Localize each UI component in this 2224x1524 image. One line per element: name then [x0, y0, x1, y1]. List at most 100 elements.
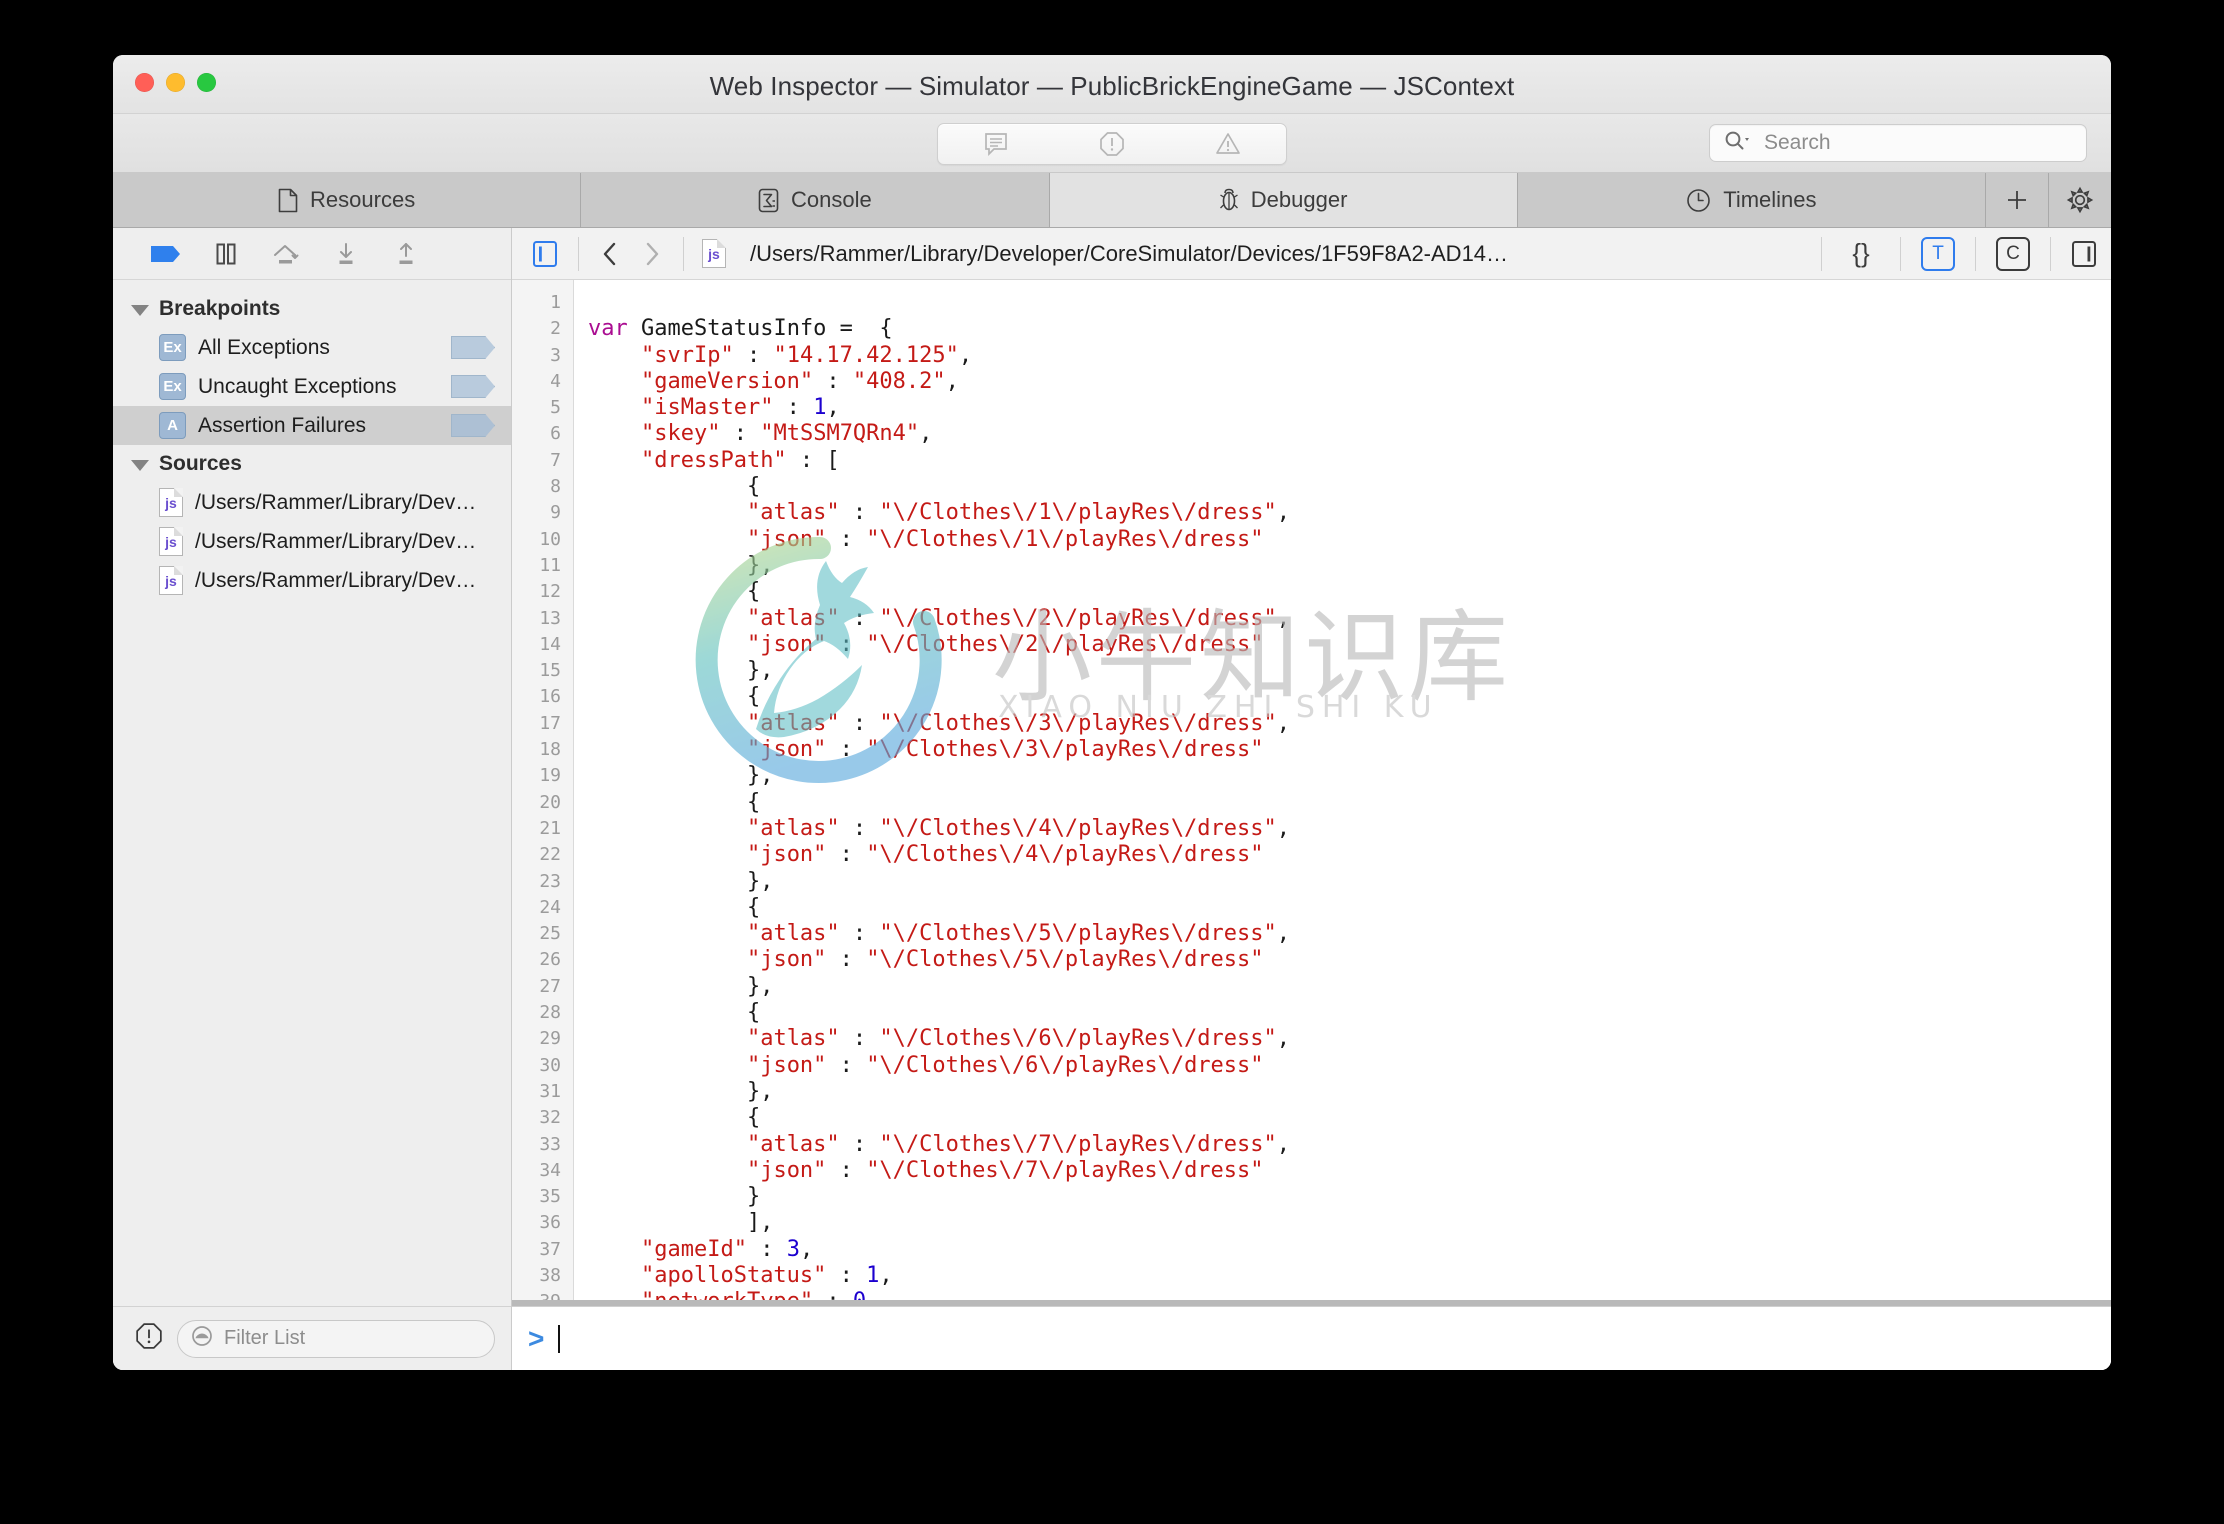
section-title-sources: Sources — [159, 452, 242, 475]
breakpoint-label: Assertion Failures — [198, 413, 367, 437]
code-text[interactable]: var GameStatusInfo = { "svrIp" : "14.17.… — [574, 280, 2111, 1306]
breakpoint-row-uncaught-exceptions[interactable]: Ex Uncaught Exceptions — [113, 367, 511, 406]
line-number: 23 — [539, 870, 561, 892]
breakpoint-toggle-pill[interactable] — [451, 414, 495, 437]
tab-timelines[interactable]: Timelines — [1517, 173, 1986, 227]
code-token: var — [588, 316, 628, 342]
tab-label-resources: Resources — [310, 187, 416, 212]
pause-resume-button[interactable] — [209, 239, 243, 269]
code-line: "gameVersion" : "408.2", — [588, 369, 2111, 395]
code-token: "atlas" — [746, 500, 840, 526]
code-token: : — [839, 710, 880, 736]
code-token: : — [773, 395, 814, 421]
code-token: , — [945, 368, 959, 394]
settings-gear-icon[interactable] — [2049, 173, 2111, 227]
show-types-button[interactable]: T — [1921, 236, 1955, 271]
filter-list-input[interactable]: Filter List — [177, 1319, 495, 1358]
forward-button[interactable] — [641, 228, 663, 279]
tab-console[interactable]: Console — [581, 173, 1050, 227]
code-line: "json" : "\/Clothes\/1\/playRes\/dress" — [588, 527, 2111, 553]
code-line: { — [588, 684, 2111, 710]
console-text-caret — [558, 1324, 561, 1353]
tab-debugger[interactable]: Debugger — [1049, 173, 1518, 227]
show-coverage-button[interactable]: C — [1996, 236, 2030, 271]
code-token: }, — [588, 552, 774, 578]
add-tab-button[interactable] — [1986, 173, 2049, 227]
pretty-print-button[interactable]: {} — [1842, 237, 1880, 271]
code-token: "MtSSM7QRn4" — [760, 421, 920, 447]
breakpoint-toggle-pill[interactable] — [451, 375, 495, 398]
toggle-breakpoints-button[interactable] — [149, 239, 183, 269]
code-token: "isMaster" — [640, 395, 774, 421]
line-number: 14 — [539, 633, 561, 655]
step-out-button[interactable] — [389, 239, 423, 269]
window-title: Web Inspector — Simulator — PublicBrickE… — [709, 71, 1515, 101]
horizontal-scrollbar[interactable] — [512, 1300, 2111, 1306]
breakpoint-label: All Exceptions — [198, 335, 330, 359]
code-line: { — [588, 790, 2111, 816]
line-number: 22 — [539, 844, 561, 866]
breadcrumb[interactable]: js /Users/Rammer/Library/Developer/CoreS… — [702, 239, 1821, 268]
source-row[interactable]: js /Users/Rammer/Library/Dev… — [113, 561, 511, 600]
code-token: , — [1276, 1026, 1291, 1052]
code-line: "json" : "\/Clothes\/5\/playRes\/dress" — [588, 947, 2111, 973]
code-token: 3 — [786, 1236, 800, 1262]
code-token: : — [813, 368, 853, 394]
console-prompt-bar[interactable]: > — [512, 1306, 2111, 1370]
exception-badge-icon: Ex — [159, 373, 186, 400]
search-input[interactable]: Search — [1709, 124, 2087, 162]
code-line: "json" : "\/Clothes\/6\/playRes\/dress" — [588, 1053, 2111, 1079]
source-code-editor[interactable]: 1 2 3 4 5 6 7 8 9 10 11 12 13 14 15 16 17 18 19 20 21 22 23 24 2… — [512, 280, 2111, 1306]
code-token: ], — [588, 1210, 774, 1236]
breakpoint-row-all-exceptions[interactable]: Ex All Exceptions — [113, 328, 511, 367]
errors-icon[interactable] — [1097, 129, 1127, 159]
line-number: 34 — [539, 1159, 561, 1181]
line-number: 32 — [539, 1107, 561, 1129]
log-messages-icon[interactable] — [981, 129, 1011, 159]
errors-octagon-icon[interactable] — [135, 1322, 163, 1355]
code-token: , — [958, 342, 973, 368]
breakpoint-toggle-pill[interactable] — [451, 336, 495, 359]
tab-label-console: Console — [791, 187, 872, 212]
code-token: "json" — [746, 842, 827, 868]
step-into-button[interactable] — [329, 239, 363, 269]
code-token: { — [588, 579, 761, 605]
code-token: "svrIp" — [640, 342, 734, 368]
content-navigation-bar: js /Users/Rammer/Library/Developer/CoreS… — [512, 228, 2111, 280]
code-token: "json" — [746, 1052, 827, 1078]
section-header-breakpoints[interactable]: Breakpoints — [113, 290, 511, 328]
code-line: }, — [588, 763, 2111, 789]
code-token: "\/Clothes\/1\/playRes\/dress" — [866, 526, 1264, 552]
source-row[interactable]: js /Users/Rammer/Library/Dev… — [113, 483, 511, 522]
show-details-sidebar-button[interactable] — [2071, 240, 2097, 268]
debugger-controls-toolbar — [113, 228, 511, 280]
back-button[interactable] — [599, 228, 621, 279]
code-token: "atlas" — [746, 815, 840, 841]
code-token: : — [826, 631, 867, 657]
chevron-down-icon — [131, 459, 149, 471]
source-row[interactable]: js /Users/Rammer/Library/Dev… — [113, 522, 511, 561]
code-token: "skey" — [640, 421, 721, 447]
code-token: }, — [588, 1078, 774, 1104]
code-line: }, — [588, 658, 2111, 684]
tab-resources[interactable]: Resources — [113, 173, 582, 227]
section-header-sources[interactable]: Sources — [113, 445, 511, 483]
line-number: 35 — [539, 1186, 561, 1208]
line-number: 28 — [539, 1002, 561, 1024]
warnings-icon[interactable] — [1213, 129, 1243, 159]
section-title-breakpoints: Breakpoints — [159, 297, 281, 320]
js-file-icon: js — [159, 527, 183, 556]
nav-divider — [1975, 236, 1976, 271]
step-over-button[interactable] — [269, 239, 303, 269]
line-number: 12 — [539, 581, 561, 603]
line-number: 30 — [539, 1054, 561, 1076]
breakpoint-row-assertion-failures[interactable]: A Assertion Failures — [113, 406, 511, 445]
window-titlebar: Web Inspector — Simulator — PublicBrickE… — [113, 55, 2111, 114]
toggle-sidebar-button[interactable] — [532, 228, 558, 279]
js-file-icon: js — [702, 239, 726, 268]
code-token: }, — [588, 868, 774, 894]
